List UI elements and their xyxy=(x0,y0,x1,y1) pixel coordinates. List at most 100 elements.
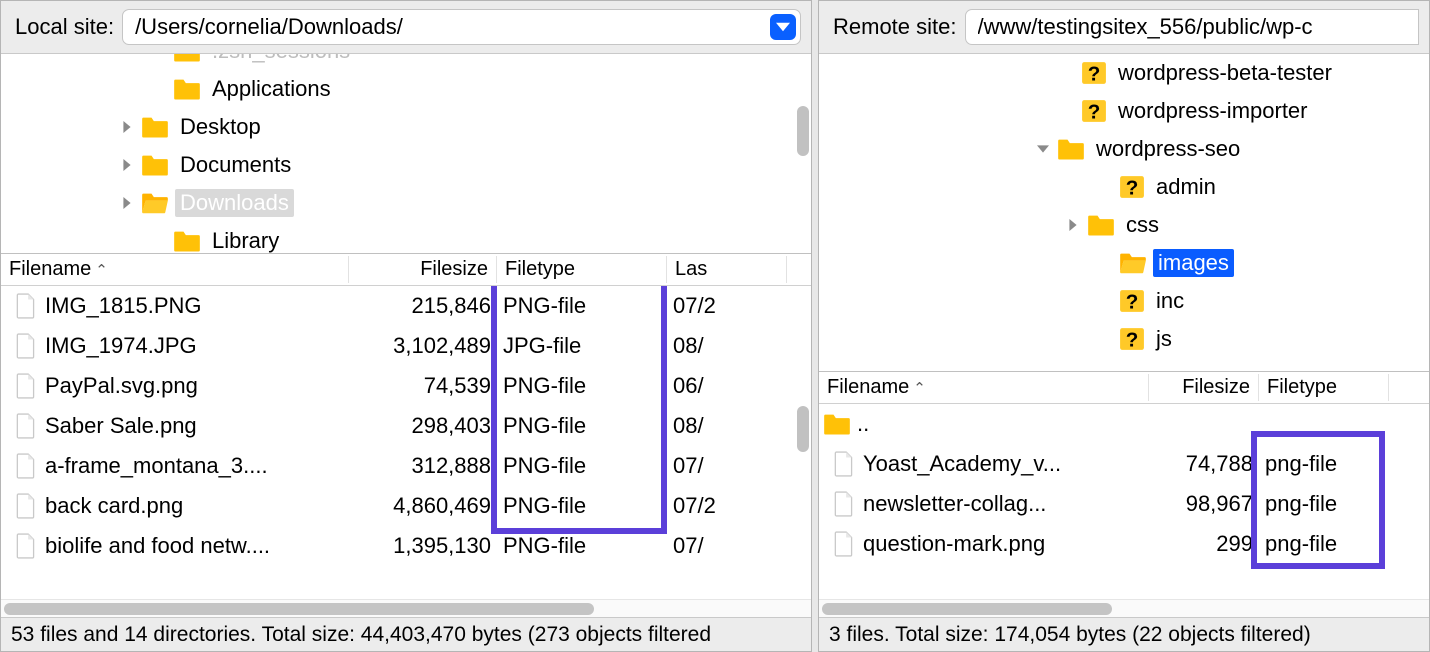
tree-item-label: images xyxy=(1153,249,1234,277)
filetype-value: JPG-file xyxy=(497,333,667,359)
tree-item[interactable]: inc xyxy=(819,282,1429,320)
tree-item[interactable]: wordpress-importer xyxy=(819,92,1429,130)
local-list-header: Filename⌃FilesizeFiletypeLas xyxy=(1,254,811,286)
local-path-dropdown-button[interactable] xyxy=(770,14,796,40)
local-header-filetype[interactable]: Filetype xyxy=(497,256,667,283)
tree-item[interactable]: js xyxy=(819,320,1429,358)
file-row[interactable]: biolife and food netw....1,395,130PNG-fi… xyxy=(1,526,811,566)
tree-item[interactable]: wordpress-beta-tester xyxy=(819,54,1429,92)
unknown-folder-icon xyxy=(1081,98,1107,124)
disclosure-right-icon[interactable] xyxy=(119,195,135,211)
tree-item[interactable]: css xyxy=(819,206,1429,244)
filesize-value: 98,967 xyxy=(1149,491,1259,517)
tree-item-label: .zsh_sessions xyxy=(207,54,355,65)
local-list-scrollbar[interactable] xyxy=(797,406,809,452)
local-tree[interactable]: .zsh_sessions Applications Desktop Document… xyxy=(1,54,811,254)
local-tree-scrollbar[interactable] xyxy=(797,106,809,156)
folder-open-icon xyxy=(141,191,169,215)
file-icon xyxy=(15,333,37,359)
tree-item[interactable]: admin xyxy=(819,168,1429,206)
tree-item-label: js xyxy=(1151,325,1177,353)
filename-label: .. xyxy=(857,411,869,437)
remote-site-bar: Remote site: xyxy=(819,1,1429,54)
parent-dir-row[interactable]: .. xyxy=(819,404,1429,444)
file-row[interactable]: question-mark.png299png-file xyxy=(819,524,1429,564)
filesize-value: 74,539 xyxy=(349,373,497,399)
tree-item[interactable]: Library xyxy=(1,222,811,254)
unknown-folder-icon xyxy=(1119,326,1145,352)
file-row[interactable]: back card.png4,860,469PNG-file07/2 xyxy=(1,486,811,526)
disclosure-right-icon[interactable] xyxy=(119,157,135,173)
filetype-value: png-file xyxy=(1259,451,1389,477)
remote-hscroll[interactable] xyxy=(819,599,1429,617)
local-path-input[interactable] xyxy=(135,14,770,40)
remote-header-filetype[interactable]: Filetype xyxy=(1259,374,1389,401)
file-icon xyxy=(15,533,37,559)
local-hscroll[interactable] xyxy=(1,599,811,617)
tree-item[interactable]: images xyxy=(819,244,1429,282)
tree-item-label: Desktop xyxy=(175,113,266,141)
filename-label: Yoast_Academy_v... xyxy=(863,451,1061,477)
folder-icon xyxy=(141,115,169,139)
header-label: Filetype xyxy=(505,258,575,281)
local-file-list[interactable]: Filename⌃FilesizeFiletypeLas IMG_1815.PN… xyxy=(1,254,811,617)
filename-label: newsletter-collag... xyxy=(863,491,1046,517)
file-row[interactable]: IMG_1815.PNG215,846PNG-file07/2 xyxy=(1,286,811,326)
remote-path-combo[interactable] xyxy=(965,9,1420,45)
disclosure-right-icon[interactable] xyxy=(1065,217,1081,233)
tree-item[interactable]: .zsh_sessions xyxy=(1,54,811,70)
header-label: Filetype xyxy=(1267,376,1337,399)
tree-item[interactable]: Downloads xyxy=(1,184,811,222)
remote-list-header: Filename⌃Filesize Filetype xyxy=(819,372,1429,404)
local-header-filesize[interactable]: Filesize xyxy=(349,256,497,283)
tree-item[interactable]: Documents xyxy=(1,146,811,184)
filesize-value: 299 xyxy=(1149,531,1259,557)
filetype-value: png-file xyxy=(1259,531,1389,557)
remote-path-input[interactable] xyxy=(978,14,1415,40)
folder-icon xyxy=(141,153,169,177)
local-path-combo[interactable] xyxy=(122,9,801,45)
folder-icon xyxy=(1087,213,1115,237)
filetype-value: PNG-file xyxy=(497,373,667,399)
lastmod-value: 08/ xyxy=(667,333,787,359)
tree-item-label: Applications xyxy=(207,75,336,103)
header-label: Filename xyxy=(9,258,91,281)
tree-item-label: css xyxy=(1121,211,1164,239)
remote-header-filesize[interactable]: Filesize xyxy=(1149,374,1259,401)
disclosure-right-icon[interactable] xyxy=(119,119,135,135)
filename-label: PayPal.svg.png xyxy=(45,373,198,399)
file-row[interactable]: Saber Sale.png298,403PNG-file08/ xyxy=(1,406,811,446)
filename-label: IMG_1974.JPG xyxy=(45,333,197,359)
sort-asc-icon: ⌃ xyxy=(95,261,108,279)
unknown-folder-icon xyxy=(1081,60,1107,86)
filetype-value: PNG-file xyxy=(497,413,667,439)
file-row[interactable]: PayPal.svg.png74,539PNG-file06/ xyxy=(1,366,811,406)
header-label: Filename xyxy=(827,376,909,399)
folder-icon xyxy=(173,54,201,63)
tree-item[interactable]: Applications xyxy=(1,70,811,108)
tree-item[interactable]: Desktop xyxy=(1,108,811,146)
lastmod-value: 07/2 xyxy=(667,493,787,519)
folder-icon xyxy=(1057,137,1085,161)
chevron-down-icon xyxy=(776,20,790,34)
tree-item[interactable]: wordpress-seo xyxy=(819,130,1429,168)
local-site-label: Local site: xyxy=(15,14,114,40)
filename-label: biolife and food netw.... xyxy=(45,533,270,559)
filetype-value: PNG-file xyxy=(497,453,667,479)
file-row[interactable]: Yoast_Academy_v...74,788png-file xyxy=(819,444,1429,484)
folder-open-icon xyxy=(1119,251,1147,275)
remote-tree[interactable]: wordpress-beta-testerwordpress-importerw… xyxy=(819,54,1429,372)
disclosure-down-icon[interactable] xyxy=(1035,141,1051,157)
filename-label: IMG_1815.PNG xyxy=(45,293,202,319)
file-icon xyxy=(833,491,855,517)
file-icon xyxy=(15,413,37,439)
local-header-last[interactable]: Las xyxy=(667,256,787,283)
file-icon xyxy=(833,451,855,477)
local-header-filename[interactable]: Filename⌃ xyxy=(1,256,349,283)
file-row[interactable]: a-frame_montana_3....312,888PNG-file07/ xyxy=(1,446,811,486)
remote-file-list[interactable]: Filename⌃Filesize Filetype .. Yoast_Academ… xyxy=(819,372,1429,617)
file-icon xyxy=(15,373,37,399)
file-row[interactable]: newsletter-collag...98,967png-file xyxy=(819,484,1429,524)
remote-header-filename[interactable]: Filename⌃ xyxy=(819,374,1149,401)
file-row[interactable]: IMG_1974.JPG3,102,489JPG-file08/ xyxy=(1,326,811,366)
